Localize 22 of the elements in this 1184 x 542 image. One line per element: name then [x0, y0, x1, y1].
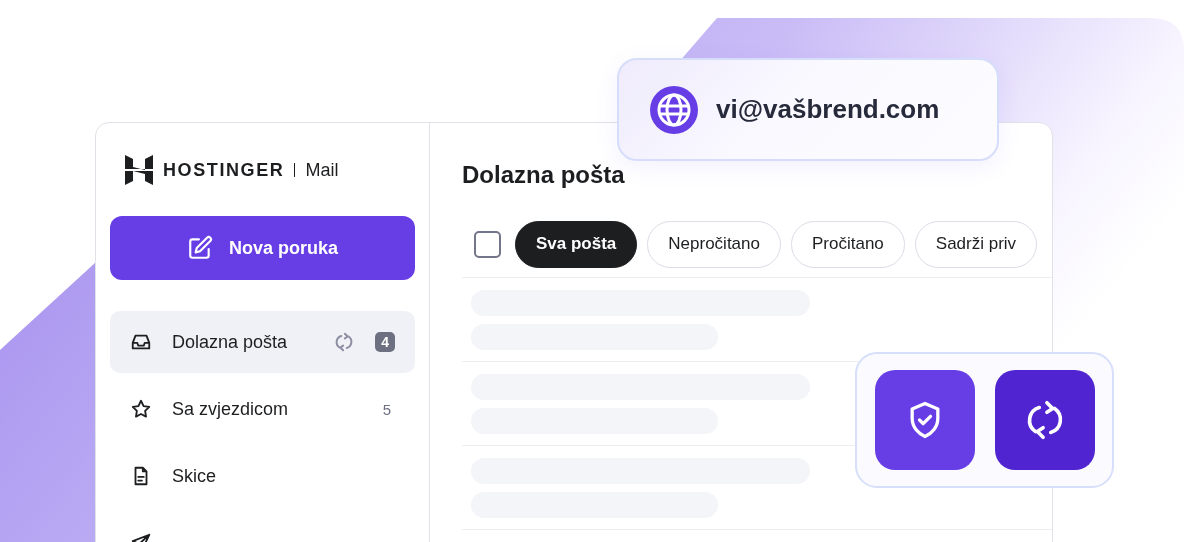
sync-button[interactable] — [995, 370, 1095, 470]
edit-icon — [187, 235, 213, 261]
filter-chip[interactable]: Sva pošta — [515, 220, 638, 268]
security-button[interactable] — [875, 370, 975, 470]
unread-count: 4 — [375, 332, 395, 352]
filter-chip[interactable]: Nepročitano — [647, 220, 781, 268]
logo-icon — [125, 155, 153, 185]
filter-chip[interactable]: Sadrži priv — [914, 220, 1038, 268]
globe-icon — [650, 85, 698, 134]
page-title: Dolazna pošta — [462, 161, 626, 189]
message-count: 5 — [382, 400, 392, 418]
folder-label: Skice — [172, 465, 217, 487]
compose-button[interactable]: Nova poruka — [110, 216, 415, 280]
select-all-checkbox[interactable] — [474, 230, 501, 258]
email-address: vi@vašbrend.com — [716, 94, 940, 125]
star-icon — [130, 398, 152, 420]
brand-name: HOSTINGER — [163, 159, 285, 181]
product-name: Mail — [305, 159, 339, 181]
folder-label: Dolazna pošta — [172, 331, 289, 353]
folder-label: Sa zvjezdicom — [172, 398, 290, 420]
filter-chip[interactable]: Pročitano — [791, 220, 905, 268]
folder-item[interactable]: Dolazna pošta 4 — [110, 311, 415, 373]
